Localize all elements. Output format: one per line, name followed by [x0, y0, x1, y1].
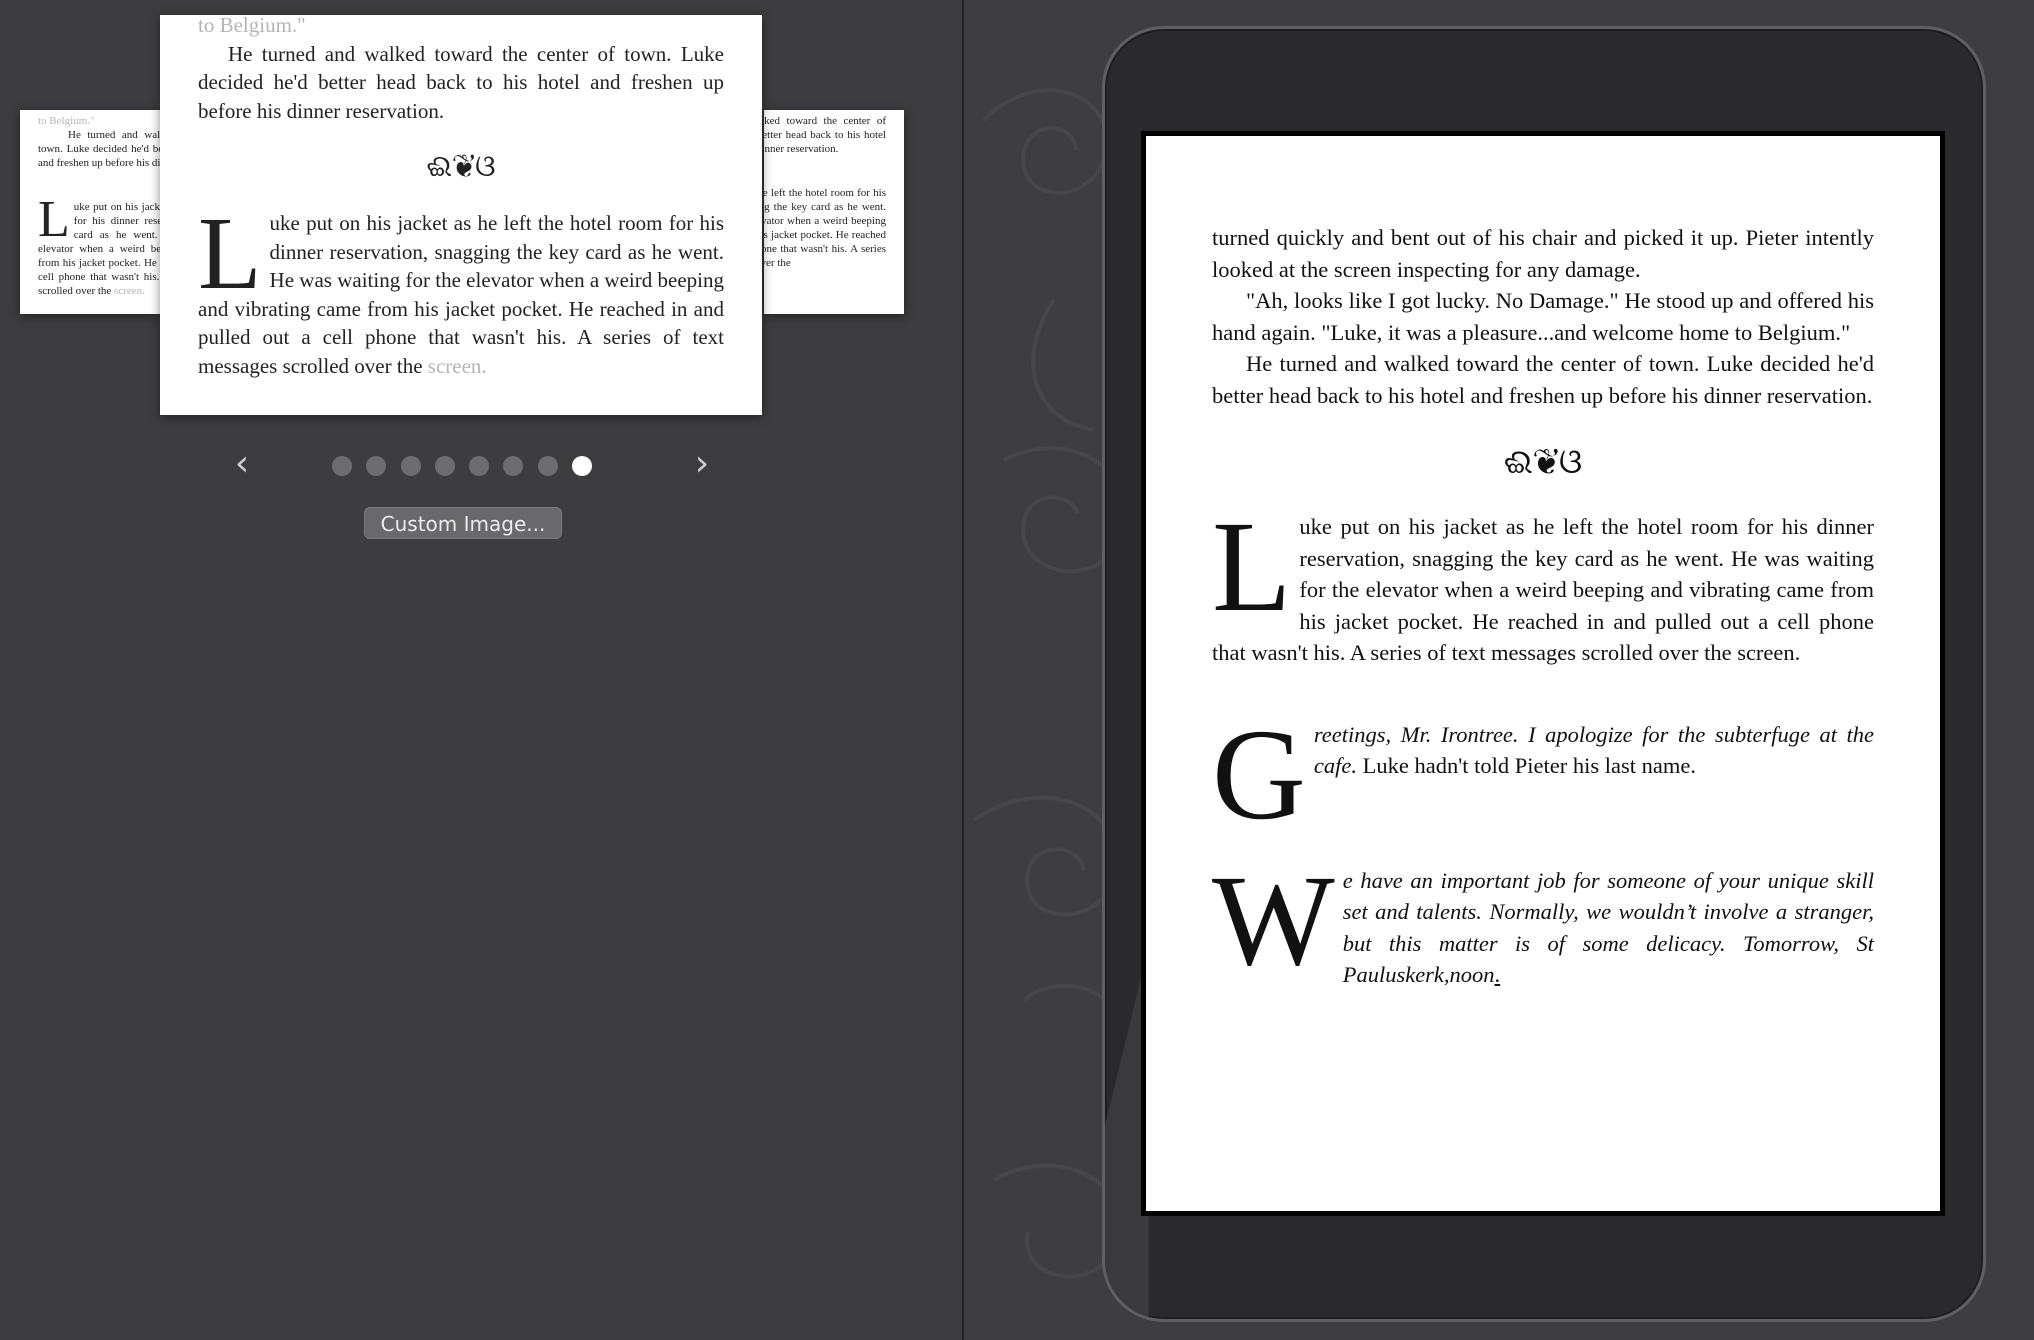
thumbnail-paragraph: He turned and walked toward the center o…: [38, 129, 160, 169]
drop-cap: L: [38, 191, 70, 248]
app-window: to Belgium." He turned and walked toward…: [0, 0, 2034, 1340]
thumbnail-faded-text: screen.: [114, 285, 145, 297]
ornament-icon: ଈ❦ଓ: [1503, 444, 1583, 481]
book-paragraph-text: .: [1494, 962, 1501, 987]
book-paragraph: Luke put on his jacket as he left the ho…: [1212, 495, 1874, 669]
drop-cap: L: [198, 196, 262, 311]
thumbnail-previous[interactable]: to Belgium." He turned and walked toward…: [20, 110, 160, 314]
page-dot-8-active[interactable]: [572, 456, 593, 476]
thumbnail-paragraph: Luke put on his jacket as he left the ho…: [198, 196, 724, 380]
page-dot-3[interactable]: [400, 456, 421, 476]
book-paragraph-text: Luke hadn't told Pieter his last name.: [1362, 753, 1696, 778]
thumbnail-next[interactable]: He turned and walked toward the center o…: [764, 110, 904, 314]
page-indicator: [332, 456, 593, 476]
page-dot-6[interactable]: [503, 456, 524, 476]
drop-cap: L: [1212, 495, 1292, 639]
drop-cap: G: [1212, 702, 1306, 847]
custom-image-button[interactable]: Custom Image...: [364, 507, 562, 539]
page-dot-5[interactable]: [469, 456, 490, 476]
book-paragraph: Greetings, Mr. Irontree. I apologize for…: [1212, 710, 1874, 840]
device-screen-page: turned quickly and bent out of his chair…: [1146, 136, 1940, 1211]
thumbnail-paragraph: He turned and walked toward the center o…: [198, 41, 724, 123]
book-paragraph: We have an important job for someone of …: [1212, 848, 1874, 993]
chevron-left-icon[interactable]: ‹: [224, 444, 260, 484]
book-paragraph: "Ah, looks like I got lucky. No Damage."…: [1212, 288, 1874, 345]
page-dot-7[interactable]: [537, 456, 558, 476]
thumbnail-paragraph: Luke put on his jacket as he left the ho…: [38, 191, 160, 298]
page-dot-4[interactable]: [434, 456, 455, 476]
book-paragraph-text: uke put on his jacket as he left the hot…: [1212, 514, 1874, 665]
page-navigation: ‹ ›: [224, 444, 709, 484]
thumbnail-faded-text: screen.: [427, 353, 487, 378]
chevron-right-icon[interactable]: ›: [684, 444, 720, 484]
cover-picker-pane: to Belgium." He turned and walked toward…: [0, 0, 962, 1340]
book-paragraph: He turned and walked toward the center o…: [1212, 351, 1874, 408]
thumbnail-faded-text: to Belgium.": [38, 115, 95, 127]
page-dot-1[interactable]: [332, 456, 352, 476]
drop-cap: W: [1212, 848, 1335, 993]
ornament-icon: ଈ❦ଓ: [426, 150, 496, 183]
book-paragraph: turned quickly and bent out of his chair…: [1212, 225, 1874, 282]
page-dot-2[interactable]: [366, 456, 387, 476]
thumbnail-faded-text: to Belgium.": [198, 15, 306, 37]
thumbnail-current[interactable]: to Belgium." He turned and walked toward…: [160, 15, 762, 415]
thumbnail-paragraph: Luke put on his jacket as he left the ho…: [764, 187, 886, 269]
book-paragraph-italic: e have an important job for someone of y…: [1342, 867, 1874, 988]
thumbnail-paragraph: He turned and walked toward the center o…: [764, 115, 886, 155]
